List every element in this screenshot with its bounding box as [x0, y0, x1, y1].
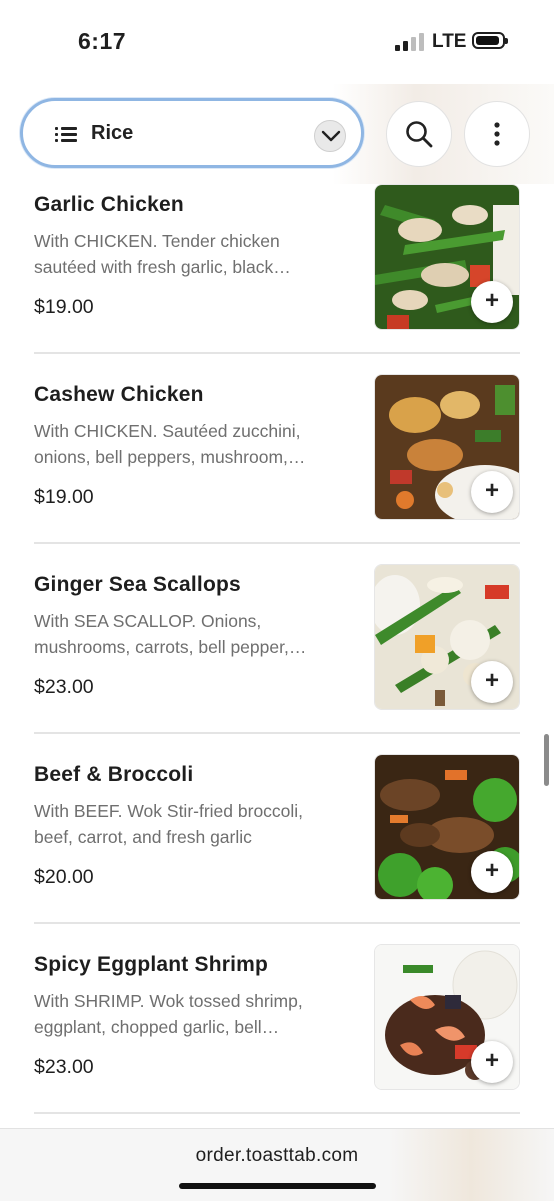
search-button[interactable] [386, 101, 452, 167]
battery-icon [472, 32, 508, 49]
add-to-cart-button[interactable]: + [471, 471, 513, 513]
add-to-cart-button[interactable]: + [471, 281, 513, 323]
food-photo: + [374, 184, 520, 330]
item-price: $20.00 [34, 866, 94, 888]
add-to-cart-button[interactable]: + [471, 1041, 513, 1083]
food-photo: + [374, 754, 520, 900]
menu-header: Rice [0, 84, 554, 184]
add-to-cart-button[interactable]: + [471, 851, 513, 893]
food-photo: + [374, 564, 520, 710]
browser-url-bar[interactable]: order.toasttab.com [0, 1128, 554, 1201]
item-description: With BEEF. Wok Stir-fried broccoli, beef… [34, 801, 304, 847]
status-time: 6:17 [78, 28, 127, 54]
item-name: Ginger Sea Scallops [34, 573, 241, 596]
divider [34, 1112, 520, 1114]
item-price: $19.00 [34, 486, 94, 508]
divider [34, 732, 520, 734]
list-icon [55, 127, 77, 143]
more-vertical-icon [494, 122, 500, 146]
item-price: $23.00 [34, 1056, 94, 1078]
item-description: With SHRIMP. Wok tossed shrimp, eggplant… [34, 991, 303, 1037]
food-photo: + [374, 944, 520, 1090]
item-name: Garlic Chicken [34, 193, 184, 216]
item-name: Beef & Broccoli [34, 763, 194, 786]
menu-item[interactable]: Garlic Chicken With CHICKEN. Tender chic… [34, 184, 520, 374]
menu-item[interactable]: Cashew Chicken With CHICKEN. Sautéed zuc… [34, 374, 520, 564]
category-dropdown[interactable]: Rice [20, 98, 364, 168]
add-to-cart-button[interactable]: + [471, 661, 513, 703]
item-name: Spicy Eggplant Shrimp [34, 953, 269, 976]
chevron-down-icon[interactable] [314, 120, 346, 152]
divider [34, 542, 520, 544]
divider [34, 922, 520, 924]
more-options-button[interactable] [464, 101, 530, 167]
category-label: Rice [91, 122, 134, 144]
item-description: With CHICKEN. Sautéed zucchini, onions, … [34, 421, 306, 467]
item-price: $19.00 [34, 296, 94, 318]
menu-item[interactable]: Spicy Eggplant Shrimp With SHRIMP. Wok t… [34, 944, 520, 1128]
item-description: With CHICKEN. Tender chicken sautéed wit… [34, 231, 291, 277]
item-name: Cashew Chicken [34, 383, 204, 406]
home-indicator [179, 1183, 376, 1189]
menu-list: Garlic Chicken With CHICKEN. Tender chic… [0, 184, 554, 1128]
status-bar: 6:17 LTE [0, 0, 554, 84]
menu-item[interactable]: Ginger Sea Scallops With SEA SCALLOP. On… [34, 564, 520, 754]
signal-icon [395, 33, 425, 51]
divider [34, 352, 520, 354]
url-text[interactable]: order.toasttab.com [0, 1145, 554, 1167]
search-icon [406, 121, 433, 148]
network-label: LTE [432, 31, 467, 52]
food-photo: + [374, 374, 520, 520]
menu-item[interactable]: Beef & Broccoli With BEEF. Wok Stir-frie… [34, 754, 520, 944]
item-price: $23.00 [34, 676, 94, 698]
scrollbar[interactable] [544, 734, 549, 786]
item-description: With SEA SCALLOP. Onions, mushrooms, car… [34, 611, 307, 657]
